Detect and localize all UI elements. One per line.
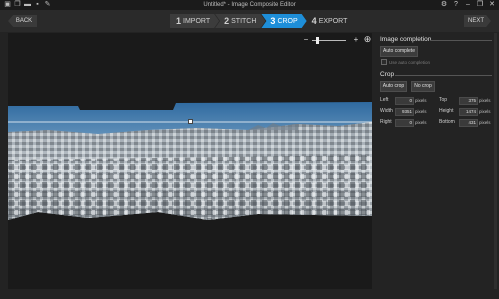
use-auto-completion-checkbox[interactable]: Use auto completion bbox=[381, 59, 430, 65]
checkbox-label: Use auto completion bbox=[389, 59, 431, 65]
close-button[interactable]: ✕ bbox=[488, 0, 496, 10]
step-number: 1 bbox=[176, 16, 182, 26]
left-unit: pixels bbox=[415, 98, 427, 103]
auto-crop-button[interactable]: Auto crop bbox=[380, 81, 407, 92]
step-number: 4 bbox=[311, 16, 317, 26]
crop-handle-top[interactable] bbox=[188, 119, 193, 124]
top-label: Top bbox=[439, 97, 448, 103]
settings-panel: Image completion Auto complete Use auto … bbox=[374, 33, 499, 299]
width-unit: pixels bbox=[415, 109, 427, 114]
help-icon[interactable]: ? bbox=[452, 0, 460, 10]
zoom-slider-thumb[interactable] bbox=[316, 37, 319, 44]
workflow-nav: BACK 1 IMPORT 2 STITCH 3 CROP 4 EXPORT N… bbox=[0, 10, 499, 32]
minimize-button[interactable]: – bbox=[464, 0, 472, 10]
back-button[interactable]: BACK bbox=[8, 15, 37, 27]
step-number: 3 bbox=[270, 16, 276, 26]
right-unit: pixels bbox=[415, 120, 427, 125]
step-crop[interactable]: 3 CROP bbox=[261, 14, 306, 28]
zoom-fit-icon[interactable]: ⊕ bbox=[363, 35, 372, 44]
top-unit: pixels bbox=[479, 98, 491, 103]
crop-heading: Crop bbox=[380, 71, 395, 78]
step-label: STITCH bbox=[231, 17, 257, 25]
divider bbox=[430, 40, 492, 41]
width-input[interactable]: 9351 bbox=[395, 108, 414, 116]
checkbox-box[interactable] bbox=[381, 59, 387, 65]
divider bbox=[395, 75, 492, 76]
settings-icon[interactable]: ⚙ bbox=[440, 0, 448, 10]
zoom-out-icon[interactable]: − bbox=[302, 36, 310, 44]
height-input[interactable]: 1474 bbox=[459, 108, 478, 116]
step-indicator: 1 IMPORT 2 STITCH 3 CROP 4 EXPORT bbox=[170, 14, 352, 28]
right-label: Right bbox=[380, 119, 392, 125]
step-label: EXPORT bbox=[318, 17, 348, 25]
bottom-unit: pixels bbox=[479, 120, 491, 125]
top-input[interactable]: 375 bbox=[459, 97, 478, 105]
restore-button[interactable]: ❐ bbox=[476, 0, 484, 10]
step-number: 2 bbox=[224, 16, 230, 26]
next-button[interactable]: NEXT bbox=[464, 15, 491, 27]
left-input[interactable]: 0 bbox=[395, 97, 414, 105]
step-export[interactable]: 4 EXPORT bbox=[303, 14, 357, 28]
step-label: CROP bbox=[277, 17, 298, 25]
height-unit: pixels bbox=[479, 109, 491, 114]
zoom-control: − + ⊕ bbox=[302, 35, 372, 45]
width-label: Width bbox=[380, 108, 393, 114]
height-label: Height bbox=[439, 108, 454, 114]
title-bar: ▣ ❐ ▬ ▪ ✎ Untitled* - Image Composite Ed… bbox=[0, 0, 499, 10]
panel-scrollbar[interactable] bbox=[494, 33, 497, 289]
auto-complete-button[interactable]: Auto complete bbox=[380, 46, 418, 57]
bottom-input[interactable]: 431 bbox=[459, 119, 478, 127]
window-controls: ⚙ ? – ❐ ✕ bbox=[440, 0, 496, 10]
step-import[interactable]: 1 IMPORT bbox=[170, 14, 219, 28]
zoom-in-icon[interactable]: + bbox=[352, 36, 360, 44]
step-label: IMPORT bbox=[183, 17, 211, 25]
image-completion-heading: Image completion bbox=[380, 36, 432, 43]
no-crop-button[interactable]: No crop bbox=[411, 81, 435, 92]
right-input[interactable]: 0 bbox=[395, 119, 414, 127]
left-label: Left bbox=[380, 97, 389, 103]
step-stitch[interactable]: 2 STITCH bbox=[215, 14, 265, 28]
window-title: Untitled* - Image Composite Editor bbox=[203, 2, 296, 8]
bottom-label: Bottom bbox=[439, 119, 455, 125]
